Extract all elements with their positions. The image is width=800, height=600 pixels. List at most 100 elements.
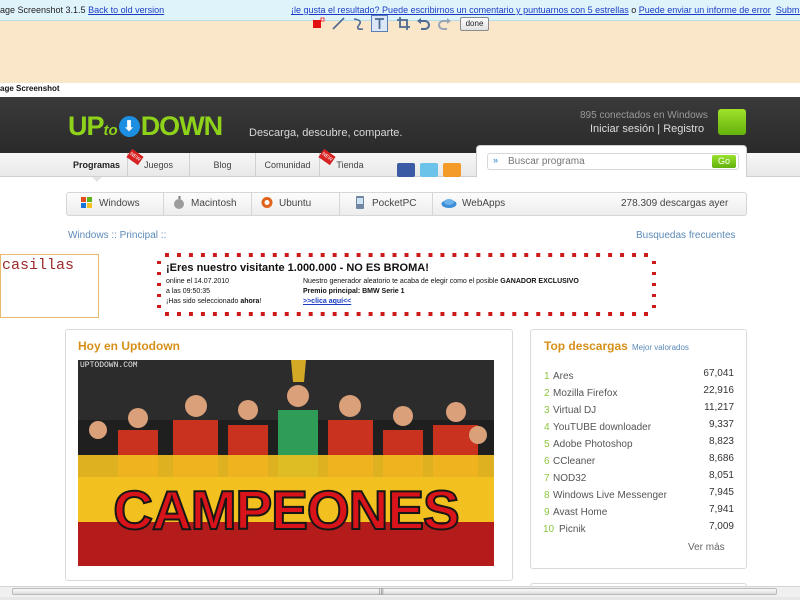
feedback-link[interactable]: ¡le gusta el resultado? Puede escribirno…: [291, 5, 629, 15]
platform-webapps[interactable]: WebApps: [441, 192, 521, 216]
search-go-button[interactable]: Go: [712, 155, 736, 168]
top-descargas-title[interactable]: Top descargas: [544, 339, 628, 353]
banner-click-link[interactable]: >>clica aquí<<: [303, 298, 351, 305]
curve-icon[interactable]: [350, 15, 367, 32]
platform-label: Windows: [99, 198, 140, 209]
rank-number: 9: [544, 507, 550, 518]
top-item-name[interactable]: Mozilla Firefox: [553, 388, 617, 399]
logo-down: DOWN: [140, 111, 223, 141]
top-item-name[interactable]: Picnik: [559, 524, 586, 535]
redo-icon[interactable]: [436, 15, 453, 32]
rank-number: 8: [544, 490, 550, 501]
top-item-count: 8,823: [708, 436, 734, 447]
text-icon[interactable]: [371, 15, 388, 32]
rank-number: 2: [544, 388, 550, 399]
search-input[interactable]: [487, 153, 739, 170]
submit-suggestion-link[interactable]: Submit sugge: [776, 5, 800, 15]
grip-icon: |||: [379, 589, 384, 595]
top-item-name[interactable]: Ares: [553, 371, 574, 382]
top-item-count: 8,051: [708, 470, 734, 481]
windows-icon: [80, 195, 94, 208]
platform-pocketpc[interactable]: PocketPC: [353, 192, 433, 216]
busquedas-frecuentes-link[interactable]: Busquedas frecuentes: [636, 230, 736, 241]
apple-icon: [172, 195, 186, 209]
rss-icon[interactable]: [443, 163, 461, 177]
ubuntu-icon: [260, 195, 274, 208]
nav-tienda[interactable]: Tienda: [320, 153, 380, 177]
nav-blog[interactable]: Blog: [190, 153, 256, 177]
banner-winner: GANADOR EXCLUSIVO: [500, 278, 579, 285]
scrollbar-thumb[interactable]: [12, 588, 777, 595]
top-item-count: 11,217: [704, 402, 734, 413]
top-item-name[interactable]: YouTUBE downloader: [553, 422, 651, 433]
platform-label: PocketPC: [372, 198, 417, 209]
rank-number: 10: [543, 524, 555, 535]
top-item-count: 7,009: [708, 521, 734, 532]
casillas-text: casillas: [2, 257, 75, 274]
nav-programas[interactable]: Programas: [66, 153, 128, 182]
undo-icon[interactable]: [415, 15, 432, 32]
line-icon[interactable]: [330, 15, 347, 32]
mejor-valorados-tab[interactable]: Mejor valorados: [632, 343, 689, 352]
facebook-icon[interactable]: [397, 163, 415, 177]
user-links-separator: |: [654, 123, 664, 135]
online-count: 895 conectados en Windows: [580, 110, 708, 121]
twitter-icon[interactable]: [420, 163, 438, 177]
banner-title: ¡Eres nuestro visitante 1.000.000 - NO E…: [166, 262, 429, 274]
rank-number: 1: [544, 371, 550, 382]
error-report-link[interactable]: Puede enviar un informe de error: [639, 5, 771, 15]
chevron-right-icon: »: [493, 155, 499, 165]
top-item-count: 7,941: [708, 504, 734, 515]
user-account-icon[interactable]: [718, 109, 746, 135]
uptodown-logo[interactable]: UPto DOWN: [68, 111, 223, 141]
banner-generator-text: Nuestro generador aleatorio te acaba de …: [303, 278, 579, 285]
platform-ubuntu[interactable]: Ubuntu: [260, 192, 340, 216]
tagline: Descarga, descubre, comparte.: [249, 127, 403, 139]
or-text: o: [628, 5, 639, 15]
rank-number: 5: [544, 439, 550, 450]
cloud-icon: [441, 195, 457, 208]
top-item-name[interactable]: CCleaner: [553, 456, 595, 467]
platform-label: WebApps: [462, 198, 506, 209]
login-link[interactable]: Iniciar sesión: [590, 123, 654, 135]
ver-mas-link[interactable]: Ver más: [688, 542, 725, 553]
rank-number: 4: [544, 422, 550, 433]
platform-windows[interactable]: Windows: [80, 192, 164, 216]
rank-number: 6: [544, 456, 550, 467]
nav-juegos[interactable]: Juegos: [128, 153, 190, 177]
crop-icon[interactable]: [395, 15, 412, 32]
pda-icon: [353, 195, 367, 209]
platform-label: Macintosh: [191, 198, 237, 209]
banner-online-date: online el 14.07.2010: [166, 278, 230, 285]
banner-time: a las 09:50:35: [166, 288, 210, 295]
banner-generator-pre: Nuestro generador aleatorio te acaba de …: [303, 278, 501, 285]
red-square-icon[interactable]: [310, 15, 327, 32]
top-item-name[interactable]: NOD32: [553, 473, 586, 484]
banner-selected: ¡Has sido seleccionado ahora!: [166, 298, 261, 305]
rank-number: 7: [544, 473, 550, 484]
banner-selected-pre: ¡Has sido seleccionado: [166, 298, 241, 305]
top-item-name[interactable]: Virtual DJ: [553, 405, 596, 416]
register-link[interactable]: Registro: [663, 123, 704, 135]
top-item-name[interactable]: Avast Home: [553, 507, 607, 518]
platform-macintosh[interactable]: Macintosh: [172, 192, 252, 216]
image-watermark: UPTODOWN.COM: [80, 361, 138, 370]
extension-title: age Screenshot 3.1.5: [0, 5, 86, 15]
nav-comunidad[interactable]: Comunidad: [256, 153, 320, 177]
top-item-name[interactable]: Adobe Photoshop: [553, 439, 633, 450]
screenshot-label: age Screenshot: [0, 83, 800, 97]
top-item-count: 8,686: [708, 453, 734, 464]
banner-prize: Premio principal: BMW Serie 1: [303, 288, 405, 295]
user-links: Iniciar sesión | Registro: [590, 123, 704, 135]
breadcrumb[interactable]: Windows :: Principal ::: [68, 230, 166, 241]
banner-selected-post: !: [259, 298, 262, 305]
down-arrow-icon: [118, 116, 140, 137]
top-item-count: 9,337: [708, 419, 734, 430]
extension-feedback-area: ¡le gusta el resultado? Puede escribirno…: [291, 5, 800, 15]
top-item-name[interactable]: Windows Live Messenger: [553, 490, 667, 501]
logo-to: to: [103, 122, 118, 139]
rank-number: 3: [544, 405, 550, 416]
done-button[interactable]: done: [460, 17, 489, 31]
back-to-old-version-link[interactable]: Back to old version: [88, 5, 164, 15]
hoy-title: Hoy en Uptodown: [78, 339, 180, 353]
